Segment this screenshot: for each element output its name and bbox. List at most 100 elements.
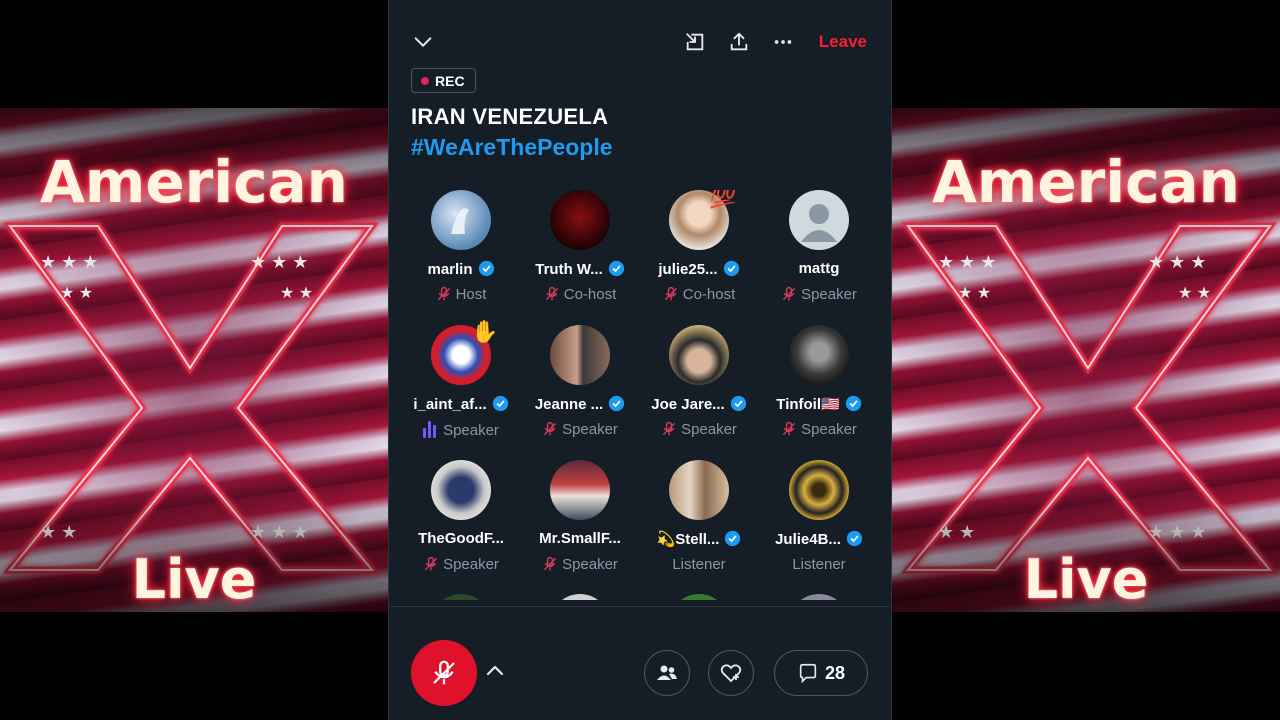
comment-count: 28 [824, 662, 846, 683]
participant-tile[interactable]: Joe Jare... Speaker [639, 325, 759, 445]
hundred-emoji-icon: 💯 [709, 190, 737, 209]
participant-tile[interactable]: mattg Speaker [759, 190, 879, 310]
participant-name: 💫Stell... [639, 530, 759, 551]
participant-tile[interactable]: 💯 julie25... Co-host [639, 190, 759, 310]
participant-tile[interactable]: Jeanne ... Speaker [520, 325, 640, 445]
participant-role: Speaker [520, 421, 640, 438]
verified-badge-icon [724, 530, 741, 551]
dolphin-avatar [431, 190, 491, 250]
participant-tile[interactable]: marlin Host [401, 190, 521, 310]
participant-tile[interactable]: 💫Stell... Listener [639, 460, 759, 580]
top-bar: Leave [389, 24, 891, 60]
participant-tile[interactable]: Truth W... Co-host [520, 190, 640, 310]
participant-name: mattg [798, 260, 840, 277]
participant-tile[interactable]: Julie4B... Listener [759, 460, 879, 580]
speaking-indicator-icon [423, 421, 439, 438]
participant-name: Joe Jare... [639, 395, 759, 416]
recording-label: REC [435, 72, 465, 89]
mic-muted-icon [543, 421, 557, 436]
recording-badge: REC [411, 68, 476, 93]
man-hat-avatar [669, 325, 729, 385]
participant-name: Truth W... [520, 260, 640, 281]
participant-tile[interactable]: Mr.SmallF... Speaker [520, 460, 640, 580]
comment-icon [799, 663, 817, 684]
unmute-button[interactable] [411, 640, 477, 706]
participant-role: Host [401, 286, 521, 303]
verified-badge-icon [723, 260, 740, 281]
mic-muted-icon [437, 286, 450, 301]
participant-name: Tinfoil🇺🇸 [759, 395, 879, 416]
react-button[interactable] [708, 650, 754, 696]
verified-badge-icon [478, 260, 495, 281]
participant-role: Speaker [401, 421, 521, 439]
avatar [669, 594, 729, 600]
participant-tile[interactable]: Tinfoil🇺🇸 Speaker [759, 325, 879, 445]
bottom-bar: 28 [389, 606, 891, 720]
avatar [789, 594, 849, 600]
chevron-down-icon[interactable] [409, 28, 437, 56]
participant-name: i_aint_af... [401, 395, 521, 416]
couple-photo-avatar [550, 325, 610, 385]
right-banner-image: ★ ★ ★ ★ ★ ★ ★ ★ ★ ★ ★ ★ ★ ★ ★ American L… [892, 108, 1280, 612]
man-bw-avatar [789, 325, 849, 385]
banner-top-word: American [40, 148, 348, 216]
mic-muted-icon [664, 286, 677, 301]
banner-top-word: American [932, 148, 1240, 216]
heart-plus-icon [720, 664, 742, 683]
verified-badge-icon [492, 395, 509, 416]
chevron-up-icon[interactable] [483, 659, 507, 683]
mic-muted-icon [782, 421, 796, 436]
default-avatar [789, 190, 849, 250]
participant-name: marlin [401, 260, 521, 281]
left-banner-image: ★ ★ ★ ★ ★ ★ ★ ★ ★ ★ ★ ★ ★ ★ ★ American L… [0, 108, 388, 612]
mic-muted-icon [662, 421, 676, 436]
participant-role: Speaker [639, 421, 759, 438]
verified-badge-icon [608, 395, 625, 416]
leave-button[interactable]: Leave [819, 32, 867, 52]
participant-name: julie25... [639, 260, 759, 281]
more-options-icon[interactable] [769, 28, 797, 56]
avatar [550, 594, 610, 600]
mic-muted-icon [782, 286, 796, 301]
participant-tile[interactable]: TheGoodF... Speaker [401, 460, 521, 580]
participants-button[interactable] [644, 650, 690, 696]
participant-role: Speaker [759, 286, 879, 303]
space-title: IRAN VENEZUELA [411, 104, 609, 129]
banner-bottom-word: Live [131, 548, 257, 611]
participant-name: Mr.SmallF... [539, 530, 621, 547]
verified-badge-icon [608, 260, 625, 281]
participant-role: Co-host [520, 286, 640, 303]
participant-role: Speaker [759, 421, 879, 438]
sheriff-badge-avatar [789, 460, 849, 520]
dark-red-avatar [550, 190, 610, 250]
participant-tile[interactable]: ✋ i_aint_af... Speaker [401, 319, 521, 445]
comments-button[interactable]: 28 [774, 650, 868, 696]
globe-avatar [431, 460, 491, 520]
verified-badge-icon [845, 395, 862, 416]
space-hashtag[interactable]: #WeAreThePeople [411, 134, 613, 161]
participant-name: Jeanne ... [520, 395, 640, 416]
mic-muted-icon [424, 556, 438, 571]
participant-role: Listener [672, 556, 726, 573]
participant-role: Speaker [520, 556, 640, 573]
spaces-panel: Leave REC IRAN VENEZUELA #WeAreThePeople… [388, 0, 892, 720]
screen: ★ ★ ★ ★ ★ ★ ★ ★ ★ ★ ★ ★ ★ ★ ★ American L… [0, 0, 1280, 720]
participant-role: Listener [792, 556, 846, 573]
mic-muted-icon [545, 286, 558, 301]
participants-grid: marlin Host Truth W... Co-host 💯 julie25… [389, 190, 893, 600]
mic-muted-icon [543, 556, 557, 571]
people-icon [657, 665, 677, 680]
participant-name: Julie4B... [759, 530, 879, 551]
participant-name: TheGoodF... [418, 530, 504, 547]
group-photo-avatar [669, 460, 729, 520]
share-icon[interactable] [725, 28, 753, 56]
room-photo-avatar [550, 460, 610, 520]
participant-role: Co-host [639, 286, 759, 303]
minimize-icon[interactable] [681, 28, 709, 56]
verified-badge-icon [730, 395, 747, 416]
recording-dot-icon [421, 76, 429, 85]
verified-badge-icon [846, 530, 863, 551]
participant-role: Speaker [401, 556, 521, 573]
avatar [431, 594, 491, 600]
banner-bottom-word: Live [1023, 548, 1149, 611]
